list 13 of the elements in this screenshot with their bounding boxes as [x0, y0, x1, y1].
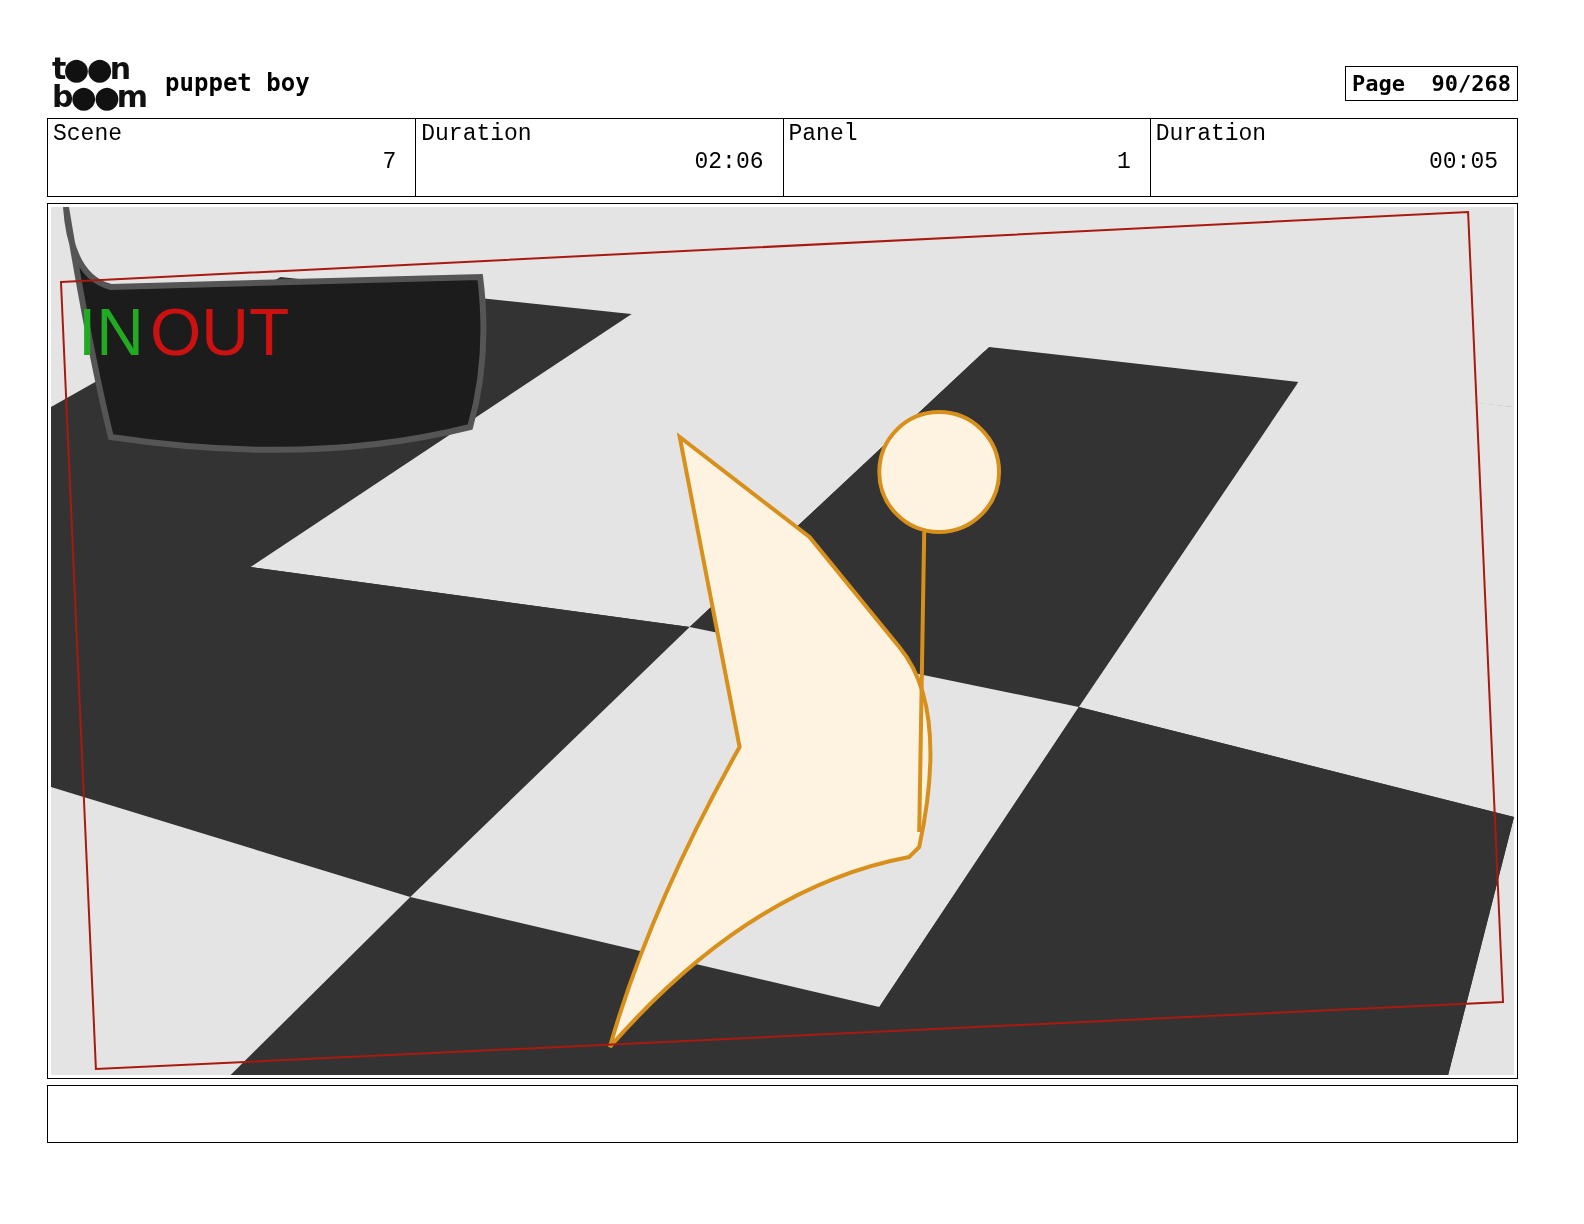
field-label: Scene [53, 121, 123, 147]
field-label: Duration [1155, 121, 1268, 147]
field-value: 00:05 [1428, 149, 1499, 175]
field-value: 7 [381, 149, 398, 175]
project-title: puppet boy [165, 69, 311, 97]
field-label: Panel [788, 121, 859, 147]
field-value: 1 [1115, 149, 1132, 175]
frame-mark: IN [78, 299, 144, 365]
field-label: Duration [421, 121, 533, 147]
page-number: Page 90/268 [1345, 65, 1518, 101]
logo: t●●n b●●m [52, 55, 146, 111]
frame-mark: OUT [150, 299, 290, 365]
field-value: 02:06 [693, 149, 765, 175]
